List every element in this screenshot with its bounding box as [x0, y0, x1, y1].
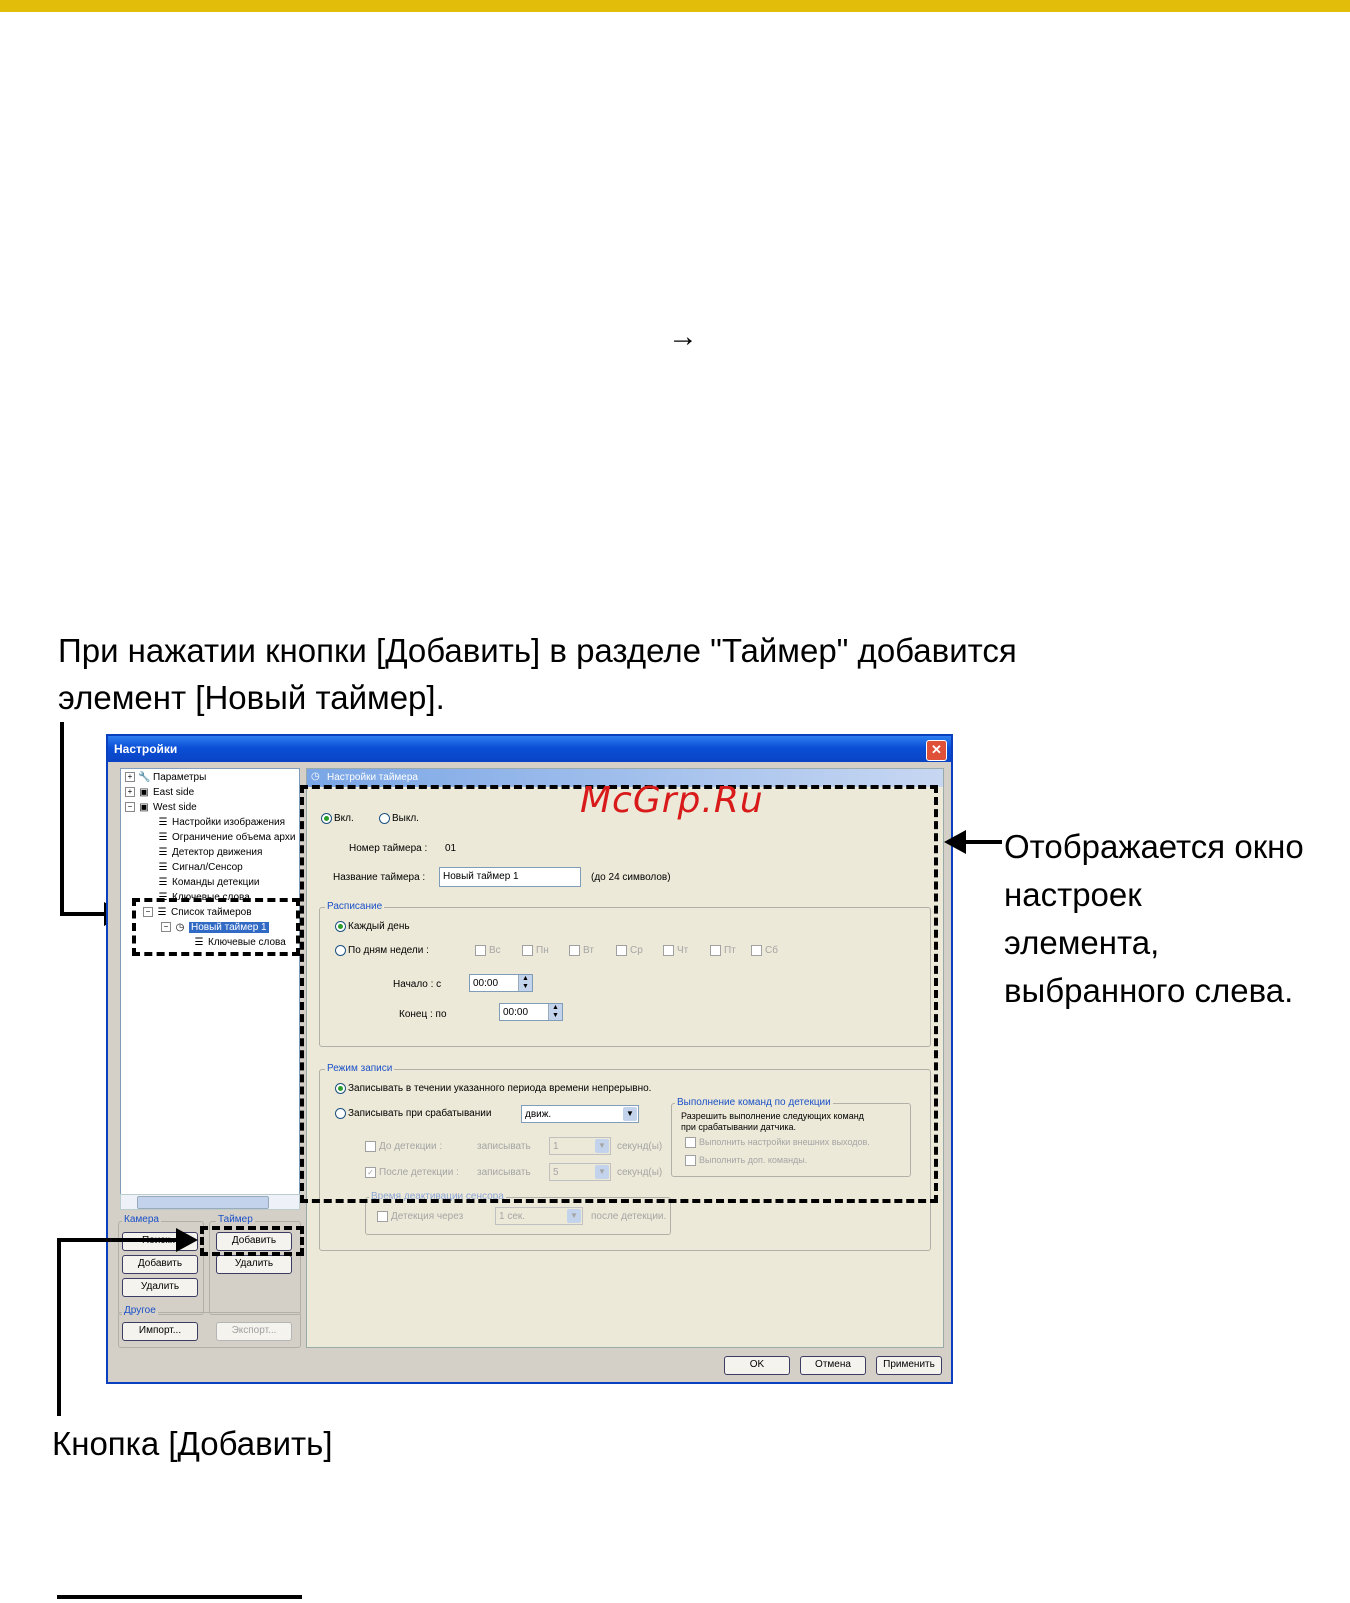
- settings-tree[interactable]: + 🔧 Параметры + ▣ East side − ▣ West side ☰ Нас…: [120, 768, 300, 1208]
- scroll-thumb[interactable]: [137, 1196, 269, 1209]
- highlight-add-button: [200, 1226, 304, 1256]
- cancel-button[interactable]: Отмена: [800, 1356, 866, 1375]
- caption-bottom: Кнопка [Добавить]: [52, 1425, 333, 1462]
- arrow-glyph: →: [668, 320, 698, 353]
- callout-arrowhead-panel: [944, 830, 966, 854]
- sensor-delay-select[interactable]: 1 сек. ▼: [495, 1207, 583, 1225]
- apply-button[interactable]: Применить: [876, 1356, 942, 1375]
- footer-rule: [57, 1595, 302, 1599]
- export-button[interactable]: Экспорт...: [216, 1322, 292, 1341]
- dialog-titlebar: Настройки ✕: [108, 736, 951, 762]
- tree-item[interactable]: + 🔧 Параметры: [125, 771, 206, 785]
- timer-delete-button[interactable]: Удалить: [216, 1255, 292, 1274]
- callout-line-tree-h: [60, 912, 108, 916]
- dialog-title: Настройки: [114, 742, 178, 756]
- list-icon: ☰: [158, 862, 168, 873]
- list-icon: ☰: [158, 817, 168, 828]
- callout-arrowhead-add: [176, 1228, 198, 1252]
- callout-line-add-h: [57, 1238, 179, 1242]
- list-icon: ☰: [158, 847, 168, 858]
- clock-icon: ◷: [311, 771, 320, 782]
- checkbox-icon: [377, 1211, 388, 1222]
- list-icon: ☰: [158, 832, 168, 843]
- list-icon: ☰: [158, 877, 168, 888]
- wrench-icon: 🔧: [138, 772, 151, 783]
- tree-item[interactable]: ☰ Сигнал/Сенсор: [157, 861, 243, 875]
- camera-icon: ▣: [139, 802, 149, 813]
- callout-line-tree: [60, 722, 64, 916]
- camera-icon: ▣: [139, 787, 149, 798]
- highlight-tree-items: [132, 898, 300, 956]
- chevron-down-icon[interactable]: ▼: [567, 1209, 581, 1223]
- sensor-detect-checkbox[interactable]: Детекция через: [377, 1211, 463, 1222]
- callout-line-add: [57, 1238, 61, 1416]
- other-group-label: Другое: [122, 1305, 158, 1316]
- tree-scrollbar[interactable]: [120, 1194, 300, 1210]
- expand-icon[interactable]: +: [125, 772, 135, 783]
- callout-line-panel: [962, 840, 1002, 844]
- tree-item[interactable]: ☰ Ограничение объема архи: [157, 831, 296, 845]
- collapse-icon[interactable]: −: [125, 802, 135, 813]
- tree-item[interactable]: ☰ Команды детекции: [157, 876, 260, 890]
- caption-top: При нажатии кнопки [Добавить] в разделе …: [58, 632, 1017, 716]
- expand-icon[interactable]: +: [125, 787, 135, 798]
- camera-delete-button[interactable]: Удалить: [122, 1278, 198, 1297]
- header-accent-bar: [0, 0, 1350, 12]
- tree-item[interactable]: + ▣ East side: [125, 786, 194, 800]
- tree-item[interactable]: − ▣ West side: [125, 801, 197, 815]
- ok-button[interactable]: OK: [724, 1356, 790, 1375]
- timer-group-label: Таймер: [216, 1214, 255, 1225]
- camera-group-label: Камера: [122, 1214, 161, 1225]
- camera-add-button[interactable]: Добавить: [122, 1255, 198, 1274]
- close-icon[interactable]: ✕: [926, 740, 947, 761]
- highlight-settings-panel: [300, 785, 938, 1203]
- watermark: McGrp.Ru: [580, 780, 764, 821]
- tree-item[interactable]: ☰ Детектор движения: [157, 846, 263, 860]
- sensor-after-label: после детекции.: [591, 1211, 667, 1222]
- tree-item[interactable]: ☰ Настройки изображения: [157, 816, 286, 830]
- caption-right: Отображается окно настроек элемента, выб…: [1004, 828, 1304, 1009]
- import-button[interactable]: Импорт...: [122, 1322, 198, 1341]
